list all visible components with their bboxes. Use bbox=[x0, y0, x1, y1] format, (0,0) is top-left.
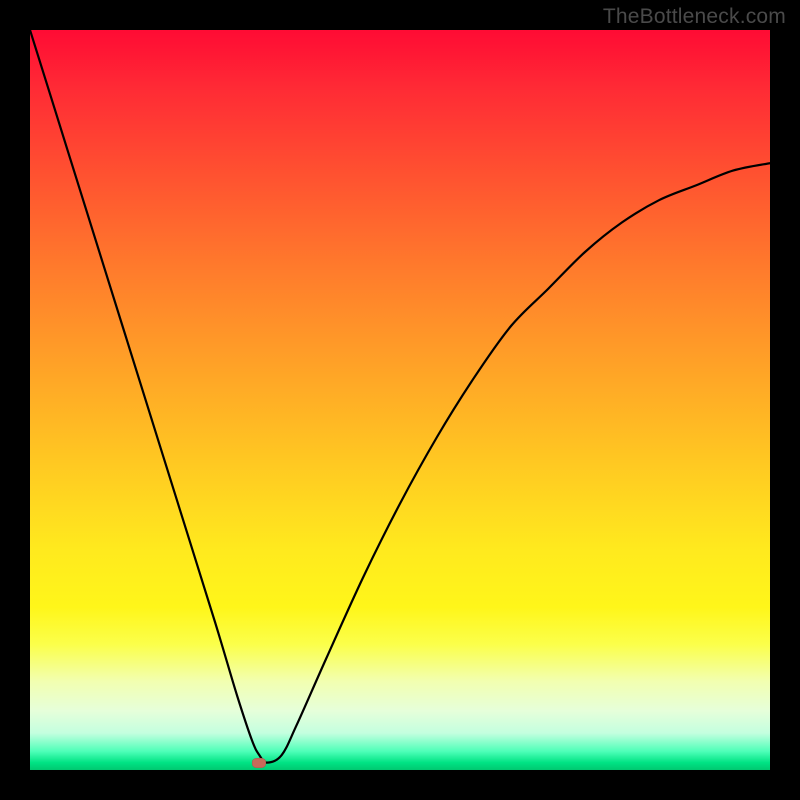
chart-frame: TheBottleneck.com bbox=[0, 0, 800, 800]
watermark-text: TheBottleneck.com bbox=[603, 5, 786, 29]
plot-area bbox=[30, 30, 770, 770]
optimal-point-marker bbox=[252, 758, 266, 768]
bottleneck-curve bbox=[30, 30, 770, 770]
